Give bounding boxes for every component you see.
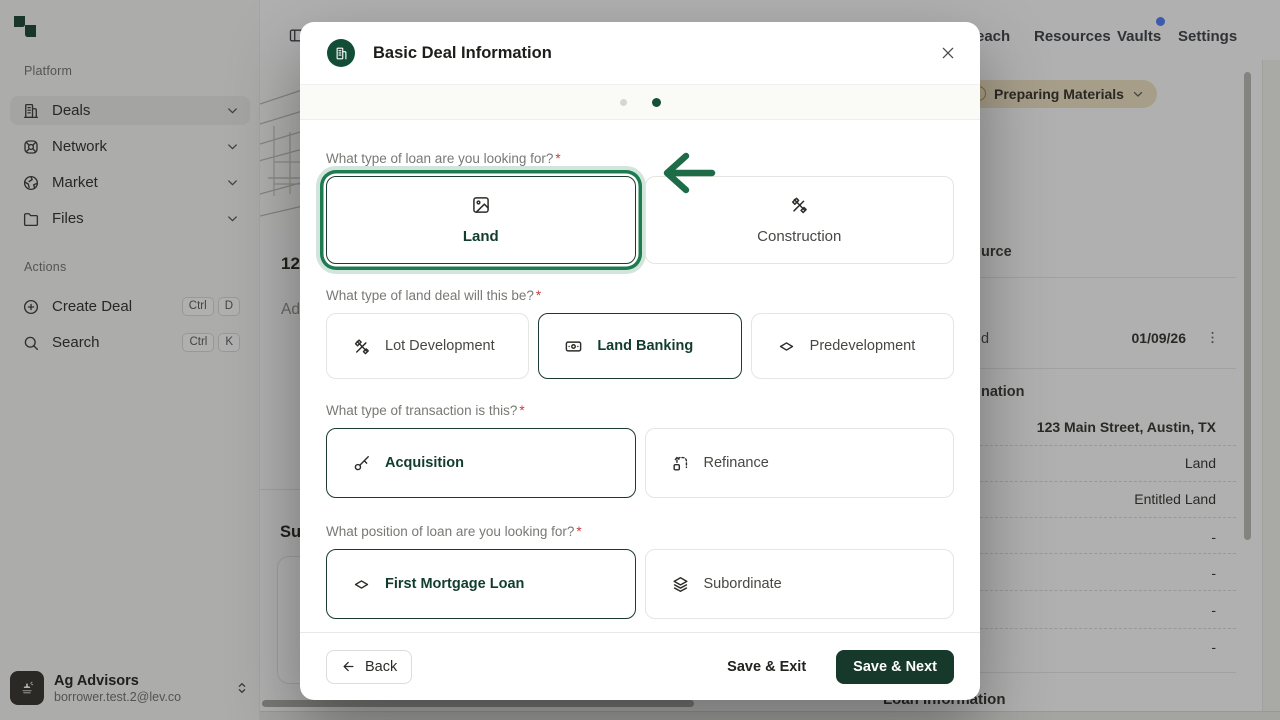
- option-card-predevelopment[interactable]: Predevelopment: [751, 313, 954, 379]
- step-dot-1[interactable]: [620, 99, 627, 106]
- option-card-refinance[interactable]: Refinance: [645, 428, 955, 498]
- crossed-tools-icon: [352, 337, 371, 356]
- step-indicator: [300, 84, 980, 120]
- modal-title: Basic Deal Information: [373, 44, 940, 63]
- option-label: Refinance: [704, 455, 769, 471]
- required-asterisk: *: [536, 288, 541, 303]
- required-asterisk: *: [576, 524, 581, 539]
- save-next-button[interactable]: Save & Next: [836, 650, 954, 684]
- option-label: Construction: [757, 228, 841, 245]
- basic-deal-information-modal: Basic Deal Information What type of loan…: [300, 22, 980, 700]
- question-label: What type of transaction is this?*: [326, 403, 954, 418]
- question-label: What type of loan are you looking for?*: [326, 151, 954, 166]
- modal-body: What type of loan are you looking for?* …: [300, 120, 980, 632]
- option-card-land-banking[interactable]: Land Banking: [538, 313, 741, 379]
- building-badge-icon: [327, 39, 355, 67]
- option-label: Lot Development: [385, 338, 495, 354]
- hammer-wrench-icon: [789, 195, 809, 215]
- option-label: Land Banking: [597, 338, 693, 354]
- diamond-icon: [777, 337, 796, 356]
- step-dot-2-active[interactable]: [652, 98, 661, 107]
- modal-footer: Back Save & Exit Save & Next: [300, 632, 980, 700]
- required-asterisk: *: [555, 151, 560, 166]
- option-label: Acquisition: [385, 455, 464, 471]
- option-label: First Mortgage Loan: [385, 576, 524, 592]
- app-screen: Platform Deals Network Market: [0, 0, 1280, 720]
- question-label: What type of land deal will this be?*: [326, 288, 954, 303]
- layers-icon: [671, 575, 690, 594]
- key-icon: [352, 454, 371, 473]
- option-label: Land: [463, 228, 499, 245]
- option-card-acquisition[interactable]: Acquisition: [326, 428, 636, 498]
- save-exit-button[interactable]: Save & Exit: [727, 659, 806, 675]
- close-icon[interactable]: [940, 45, 956, 61]
- arrow-left-icon: [341, 659, 356, 674]
- banknote-icon: [564, 337, 583, 356]
- option-label: Predevelopment: [810, 338, 916, 354]
- refresh-cycle-icon: [671, 454, 690, 473]
- required-asterisk: *: [519, 403, 524, 418]
- back-button[interactable]: Back: [326, 650, 412, 684]
- image-icon: [471, 195, 491, 215]
- option-label: Subordinate: [704, 576, 782, 592]
- option-card-subordinate[interactable]: Subordinate: [645, 549, 955, 619]
- option-card-lot-development[interactable]: Lot Development: [326, 313, 529, 379]
- question-label: What position of loan are you looking fo…: [326, 524, 954, 539]
- diamond-icon: [352, 575, 371, 594]
- option-card-land[interactable]: Land: [326, 176, 636, 264]
- option-card-first-mortgage-loan[interactable]: First Mortgage Loan: [326, 549, 636, 619]
- annotation-arrow-left-icon: [658, 150, 716, 196]
- modal-header: Basic Deal Information: [300, 22, 980, 84]
